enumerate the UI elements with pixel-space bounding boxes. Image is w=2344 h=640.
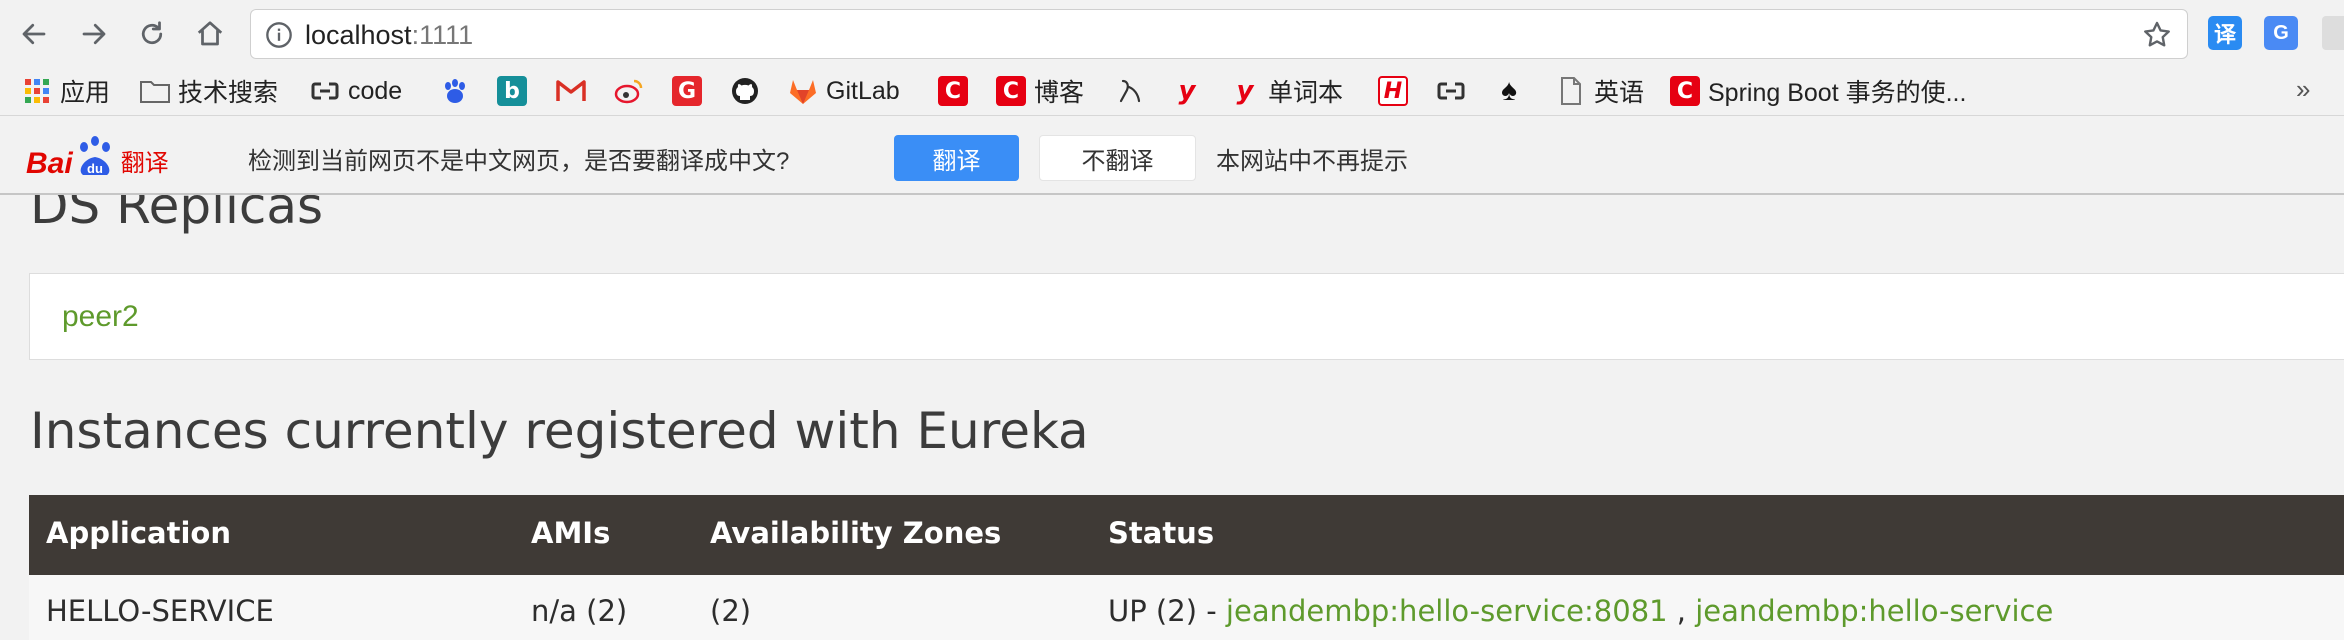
bookmark-code[interactable]: code [310, 74, 402, 108]
replicas-panel: peer2 [29, 273, 2344, 360]
back-arrow-icon [22, 23, 46, 45]
link-icon [310, 76, 340, 106]
cell-status: UP (2) - jeandembp:hello-service:8081 , … [1108, 594, 2053, 628]
column-header-zones: Availability Zones [710, 516, 1002, 550]
bookmark-swan[interactable] [1114, 74, 1144, 108]
home-icon [197, 21, 223, 46]
replica-link-peer2[interactable]: peer2 [62, 300, 139, 334]
forward-arrow-icon [82, 23, 106, 45]
baidu-paw-icon: du [79, 136, 110, 176]
bookmark-label: 技术搜索 [178, 79, 279, 107]
instance-link-8081[interactable]: jeandembp:hello-service:8081 [1226, 594, 1668, 628]
home-button[interactable] [188, 12, 232, 56]
bookmark-csdn[interactable]: C [938, 74, 968, 108]
bookmark-spade[interactable]: ♠ [1494, 74, 1524, 108]
url-text[interactable]: localhost:1111 [305, 20, 473, 50]
instance-link-hello-service[interactable]: jeandembp:hello-service [1695, 594, 2053, 628]
gitlab-icon [788, 76, 818, 106]
bookmark-gitlab[interactable]: GitLab [788, 74, 900, 108]
address-bar[interactable]: localhost:1111 [250, 9, 2188, 59]
bookmark-label: code [348, 76, 403, 105]
url-host: localhost [305, 20, 412, 50]
gmail-icon [556, 76, 586, 106]
baidu-translate-logo: Bai du 翻译 [26, 131, 169, 181]
bookmark-gmail[interactable] [556, 74, 586, 108]
translate-button[interactable]: 翻译 [894, 135, 1019, 181]
status-separator: , [1667, 594, 1696, 628]
h-icon: H [1378, 76, 1408, 106]
logo-translate-text: 翻译 [120, 150, 169, 177]
youdao-icon: y [1178, 76, 1196, 106]
weibo-icon [614, 76, 644, 106]
bookmark-github[interactable] [730, 74, 760, 108]
bookmark-youdao[interactable]: y [1172, 74, 1202, 108]
reload-button[interactable] [130, 12, 174, 56]
translate-message: 检测到当前网页不是中文网页，是否要翻译成中文? [248, 148, 790, 175]
bookmark-link[interactable] [1436, 74, 1466, 108]
status-prefix: UP (2) - [1108, 594, 1226, 628]
csdn-icon: C [938, 76, 968, 106]
bookmarks-overflow-button[interactable]: » [2296, 74, 2310, 105]
csdn-icon: C [996, 76, 1026, 106]
bookmark-english[interactable]: 英语 [1556, 74, 1644, 108]
cell-amis: n/a (2) [531, 594, 628, 628]
spade-icon: ♠ [1501, 74, 1517, 107]
bookmark-wordbook[interactable]: y 单词本 [1230, 74, 1344, 108]
column-header-amis: AMIs [531, 516, 611, 550]
column-header-status: Status [1108, 516, 1215, 550]
bookmark-tech-search[interactable]: 技术搜索 [140, 74, 278, 108]
reload-icon [141, 21, 163, 45]
column-header-application: Application [46, 516, 231, 550]
browser-toolbar: localhost:1111 译 G [0, 0, 2344, 66]
bookmark-label: 应用 [60, 79, 111, 107]
swan-icon [1114, 76, 1144, 106]
logo-du: du [87, 161, 103, 176]
google-translate-extension-icon[interactable]: G [2264, 16, 2298, 50]
bookmark-blog[interactable]: C 博客 [996, 74, 1084, 108]
cell-application: HELLO-SERVICE [46, 594, 274, 628]
page-icon [1556, 76, 1586, 106]
logo-bai: Bai [26, 147, 73, 180]
table-header: Application AMIs Availability Zones Stat… [29, 495, 2344, 575]
url-port: :1111 [411, 20, 474, 50]
bookmark-bing[interactable]: b [497, 74, 527, 108]
bookmark-label: GitLab [826, 76, 900, 105]
bookmark-h[interactable]: H [1378, 74, 1408, 108]
translate-bar: Bai du 翻译 检测到当前网页不是中文网页，是否要翻译成中文? 翻译 不翻译… [0, 117, 2344, 195]
bookmark-spring-boot[interactable]: C Spring Boot 事务的使... [1670, 74, 1966, 108]
instances-table: Application AMIs Availability Zones Stat… [29, 495, 2344, 640]
instances-heading: Instances currently registered with Eure… [30, 402, 1089, 460]
bing-icon: b [497, 76, 527, 106]
bookmark-label: Spring Boot 事务的使... [1708, 79, 1967, 107]
youdao-icon: y [1236, 76, 1254, 106]
bookmark-weibo[interactable] [614, 74, 644, 108]
never-show-link[interactable]: 本网站中不再提示 [1216, 141, 1408, 176]
bookmark-label: 英语 [1594, 79, 1645, 107]
bookmark-g-red[interactable]: G [672, 74, 702, 108]
bookmarks-bar: 应用 技术搜索 code b G GitLab C C 博客 y y 单词本 H… [0, 66, 2344, 116]
forward-button[interactable] [72, 12, 116, 56]
cell-zones: (2) [710, 594, 752, 628]
site-info-icon[interactable] [265, 21, 293, 49]
bookmark-label: 博客 [1034, 79, 1085, 107]
apps-grid-icon [22, 76, 52, 106]
bookmark-label: 单词本 [1268, 79, 1344, 107]
no-translate-button[interactable]: 不翻译 [1039, 135, 1196, 181]
folder-icon [140, 76, 170, 106]
back-button[interactable] [12, 12, 56, 56]
link-icon [1436, 76, 1466, 106]
translate-extension-icon[interactable]: 译 [2208, 16, 2242, 50]
bookmark-star-icon[interactable] [2141, 19, 2173, 51]
github-icon [730, 76, 760, 106]
csdn-icon: C [1670, 76, 1700, 106]
bookmark-apps[interactable]: 应用 [22, 74, 110, 108]
bookmark-baidu[interactable] [440, 74, 470, 108]
baidu-paw-icon [440, 76, 470, 106]
g-red-icon: G [672, 76, 702, 106]
extension-partial-icon[interactable] [2322, 16, 2344, 50]
